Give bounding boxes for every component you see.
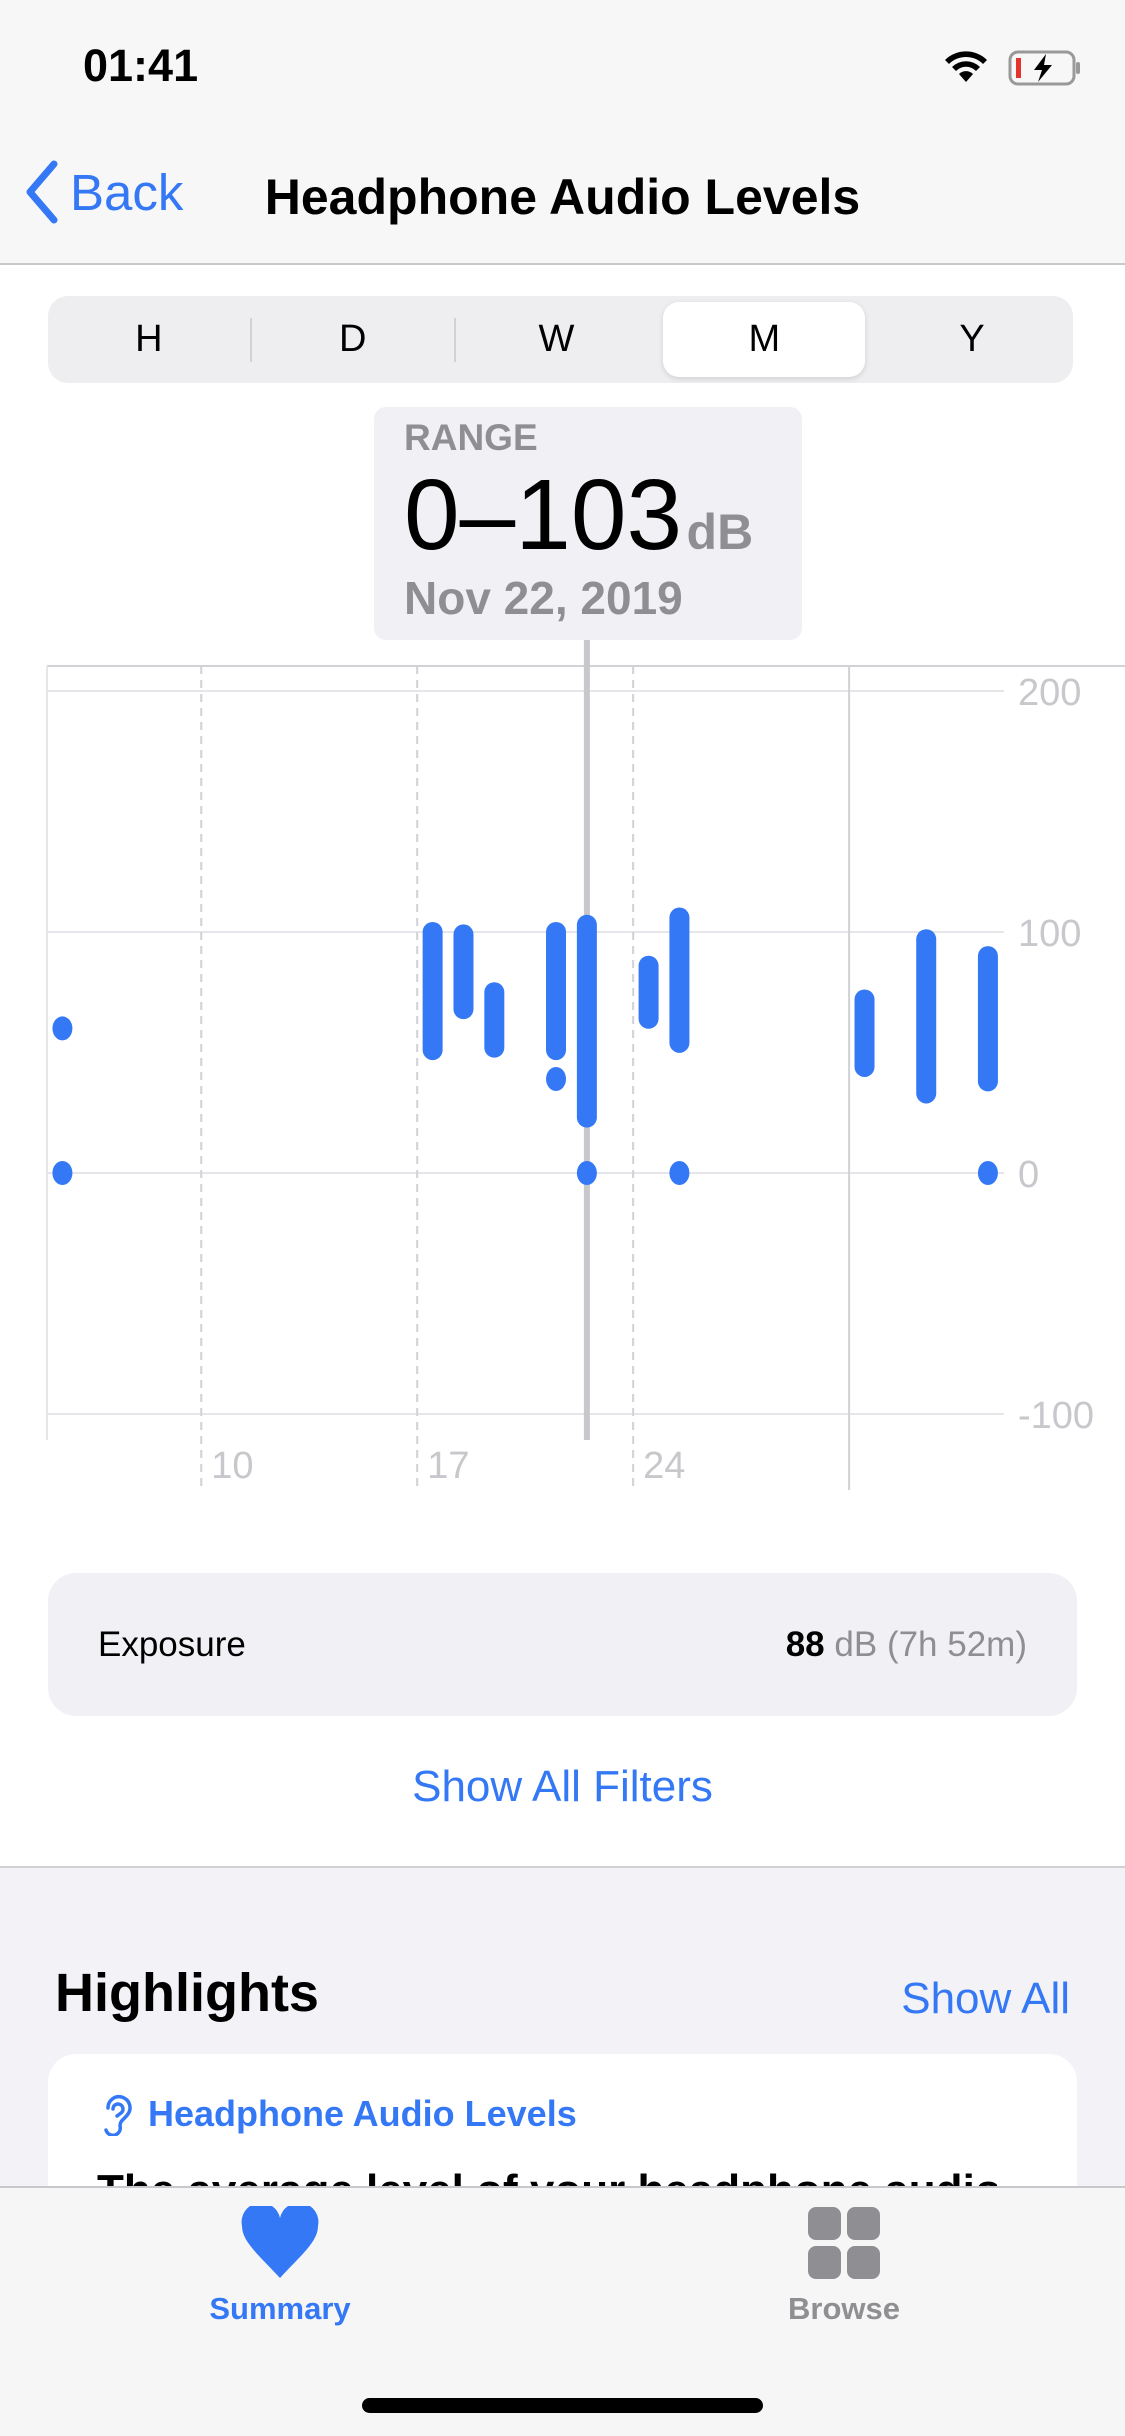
exposure-unit: dB bbox=[834, 1624, 878, 1664]
range-bar bbox=[916, 929, 937, 1104]
x-tick-label: 17 bbox=[427, 1445, 469, 1487]
x-tick-label: 10 bbox=[211, 1445, 253, 1487]
tooltip-date: Nov 22, 2019 bbox=[404, 572, 683, 624]
audio-levels-chart[interactable]: 200 100 0 -100 10 17 24 bbox=[0, 640, 1125, 1500]
heart-icon bbox=[241, 2202, 319, 2278]
exposure-duration: (7h 52m) bbox=[886, 1624, 1027, 1664]
range-bar bbox=[977, 946, 998, 1092]
range-bar bbox=[669, 907, 690, 1053]
highlights-title: Highlights bbox=[55, 1963, 319, 2023]
page-title: Headphone Audio Levels bbox=[264, 169, 861, 225]
y-tick-label: -100 bbox=[1018, 1395, 1094, 1437]
tooltip-label: RANGE bbox=[404, 417, 538, 458]
exposure-row[interactable]: Exposure 88 dB (7h 52m) bbox=[48, 1573, 1077, 1716]
range-bar bbox=[546, 922, 567, 1061]
y-tick-label: 100 bbox=[1018, 913, 1081, 955]
segment-month[interactable]: M bbox=[663, 302, 866, 377]
tooltip-value: 0–103 bbox=[404, 459, 683, 571]
y-tick-label: 200 bbox=[1018, 672, 1081, 714]
tab-browse-label: Browse bbox=[788, 2291, 900, 2326]
home-indicator bbox=[362, 2398, 763, 2413]
highlights-show-all-link[interactable]: Show All bbox=[901, 1974, 1070, 2024]
highlight-card-title: Headphone Audio Levels bbox=[100, 2092, 577, 2136]
range-bar bbox=[422, 922, 443, 1061]
battery-charging-low-icon bbox=[1008, 50, 1080, 86]
segment-year[interactable]: Y bbox=[871, 302, 1073, 377]
segment-hour[interactable]: H bbox=[48, 302, 250, 377]
show-all-filters-button[interactable]: Show All Filters bbox=[0, 1762, 1125, 1812]
range-bar bbox=[453, 924, 474, 1020]
highlight-card-title-text: Headphone Audio Levels bbox=[148, 2093, 577, 2134]
tab-browse[interactable]: Browse bbox=[714, 2206, 974, 2327]
range-bar bbox=[576, 914, 597, 1128]
time-range-segmented-control: H D W M Y bbox=[48, 296, 1073, 383]
range-bar bbox=[854, 989, 875, 1077]
tab-summary-label: Summary bbox=[209, 2291, 351, 2326]
ear-icon bbox=[104, 2094, 132, 2136]
range-tooltip: RANGE 0–103 dB Nov 22, 2019 bbox=[374, 407, 802, 640]
exposure-label: Exposure bbox=[98, 1624, 246, 1664]
data-dot bbox=[576, 1161, 597, 1185]
range-bar bbox=[638, 955, 659, 1029]
y-tick-label: 0 bbox=[1018, 1154, 1039, 1196]
data-dot bbox=[52, 1016, 73, 1041]
status-time: 01:41 bbox=[83, 40, 199, 91]
data-dot bbox=[977, 1161, 998, 1185]
x-tick-label: 24 bbox=[643, 1445, 685, 1487]
tab-summary[interactable]: Summary bbox=[150, 2202, 410, 2327]
segment-day[interactable]: D bbox=[252, 302, 454, 377]
range-bar bbox=[484, 982, 505, 1058]
highlight-card-text: The average level of your headphone audi… bbox=[97, 2166, 997, 2186]
exposure-value: 88 bbox=[785, 1624, 825, 1664]
segment-week[interactable]: W bbox=[456, 302, 658, 377]
grid-icon bbox=[808, 2207, 880, 2279]
wifi-icon bbox=[945, 51, 987, 82]
data-dot bbox=[546, 1067, 567, 1092]
data-dot bbox=[52, 1161, 73, 1185]
tooltip-unit: dB bbox=[686, 504, 754, 560]
data-dot bbox=[669, 1161, 690, 1185]
